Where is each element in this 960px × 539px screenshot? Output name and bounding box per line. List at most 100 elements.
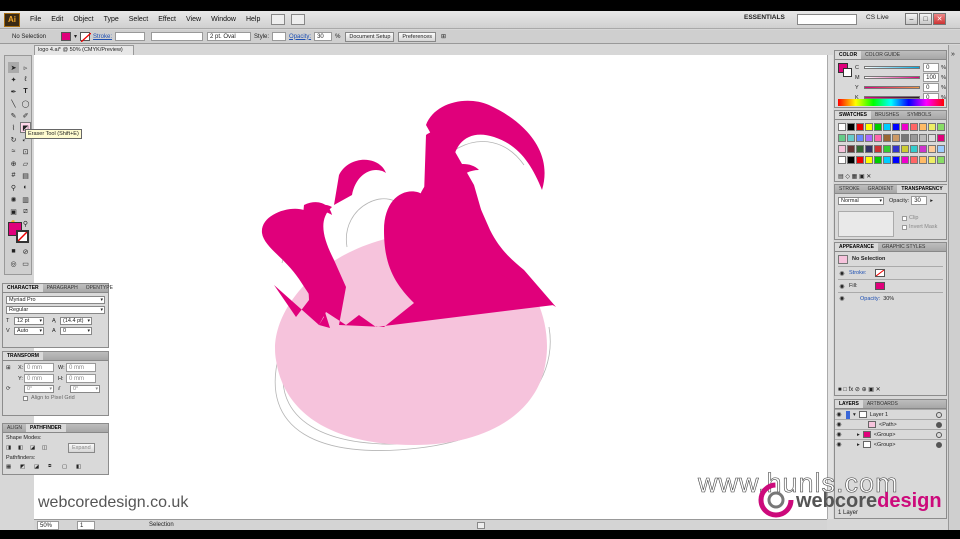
color-swatch[interactable] <box>901 145 909 153</box>
blend-mode-select[interactable]: Normal <box>838 196 884 205</box>
collapse-panels-icon[interactable]: » <box>951 51 958 58</box>
layer-row[interactable]: ◉ ▾ Layer 1 <box>835 409 946 419</box>
free-transform-tool-icon[interactable]: ⊡ <box>20 146 31 157</box>
trim-icon[interactable]: ◩ <box>20 464 34 470</box>
color-swatch[interactable] <box>937 156 945 164</box>
eye-icon[interactable]: ◉ <box>838 270 846 277</box>
cyan-field[interactable]: 0 <box>923 63 940 72</box>
maximize-button[interactable]: □ <box>919 13 932 25</box>
kerning-select[interactable]: Auto <box>14 327 44 335</box>
lasso-tool-icon[interactable]: ℓ <box>20 74 31 85</box>
warp-tool-icon[interactable]: ≈ <box>8 146 19 157</box>
color-swatch[interactable] <box>919 123 927 131</box>
color-swatch[interactable] <box>919 156 927 164</box>
status-text[interactable]: Selection <box>149 522 174 528</box>
font-size-select[interactable]: 12 pt <box>14 317 44 325</box>
symbol-sprayer-tool-icon[interactable]: ✺ <box>8 194 19 205</box>
none-mode-icon[interactable]: ⊘ <box>20 246 31 257</box>
scroll-thumb[interactable] <box>476 521 485 529</box>
expand-button[interactable]: Expand <box>68 443 95 453</box>
clip-checkbox[interactable] <box>902 215 907 221</box>
intersect-icon[interactable]: ◪ <box>30 445 42 451</box>
color-swatch[interactable] <box>874 156 882 164</box>
color-swatch[interactable] <box>838 145 846 153</box>
color-swatch[interactable] <box>856 123 864 131</box>
menu-effect[interactable]: Effect <box>153 16 181 23</box>
appearance-fill-swatch[interactable] <box>875 282 885 290</box>
opacity-mask-thumbnail[interactable] <box>838 211 894 237</box>
stroke-color-swatch[interactable] <box>16 230 29 243</box>
chevron-down-icon[interactable]: ▾ <box>74 33 77 40</box>
menu-type[interactable]: Type <box>99 16 124 23</box>
pen-tool-icon[interactable]: ✒ <box>8 86 19 97</box>
zoom-field[interactable]: 50% <box>37 520 59 530</box>
blend-tool-icon[interactable]: ◐ <box>20 182 31 193</box>
layer-row[interactable]: ◉ ▸ <Group> <box>835 429 946 439</box>
color-swatch[interactable] <box>865 156 873 164</box>
shear-field[interactable]: 0° <box>70 385 100 393</box>
color-swatch[interactable] <box>865 145 873 153</box>
artboard-number-field[interactable]: 1 <box>77 520 95 530</box>
ellipse-tool-icon[interactable]: ◯ <box>20 98 31 109</box>
exclude-icon[interactable]: ◫ <box>42 445 54 451</box>
invert-mask-checkbox[interactable] <box>902 224 907 230</box>
color-swatch[interactable] <box>883 134 891 142</box>
magenta-slider[interactable] <box>864 76 921 79</box>
tab-graphic-styles[interactable]: GRAPHIC STYLES <box>878 243 929 251</box>
color-swatch[interactable] <box>865 123 873 131</box>
layer-name[interactable]: Layer 1 <box>870 412 888 418</box>
layer-row[interactable]: ◉ ▸ <Group> <box>835 439 946 449</box>
tab-appearance[interactable]: APPEARANCE <box>835 243 879 251</box>
color-swatch[interactable] <box>892 123 900 131</box>
brush-field[interactable]: 2 pt. Oval <box>207 32 252 41</box>
target-icon[interactable] <box>936 431 942 438</box>
graph-tool-icon[interactable]: ▥ <box>20 194 31 205</box>
font-style-select[interactable]: Regular <box>6 306 105 314</box>
color-swatch[interactable] <box>883 156 891 164</box>
menu-help[interactable]: Help <box>241 16 265 23</box>
color-mode-icon[interactable]: ■ <box>8 246 19 257</box>
color-swatch[interactable] <box>847 145 855 153</box>
color-swatch[interactable] <box>838 123 846 131</box>
tab-paragraph[interactable]: PARAGRAPH <box>43 284 82 292</box>
eye-icon[interactable]: ◉ <box>835 441 843 448</box>
color-swatch[interactable] <box>937 145 945 153</box>
eyedropper-tool-icon[interactable]: ⚲ <box>8 182 19 193</box>
mesh-tool-icon[interactable]: # <box>8 170 19 181</box>
tab-artboards[interactable]: ARTBOARDS <box>863 400 902 408</box>
layer-row[interactable]: ◉ <Path> <box>835 419 946 429</box>
transparency-opacity-field[interactable]: 30 <box>911 196 928 205</box>
color-swatch[interactable] <box>865 134 873 142</box>
disclosure-triangle-icon[interactable]: ▾ <box>853 412 856 418</box>
color-swatch[interactable] <box>937 123 945 131</box>
color-swatch[interactable] <box>919 145 927 153</box>
color-swatch[interactable] <box>919 134 927 142</box>
layer-name[interactable]: <Path> <box>879 422 897 428</box>
perspective-grid-tool-icon[interactable]: ▱ <box>20 158 31 169</box>
tab-pathfinder[interactable]: PATHFINDER <box>26 424 66 432</box>
color-swatch[interactable] <box>910 145 918 153</box>
color-swatch[interactable] <box>928 156 936 164</box>
minus-back-icon[interactable]: ◧ <box>76 464 90 470</box>
tracking-select[interactable]: 0 <box>60 327 92 335</box>
paintbrush-tool-icon[interactable]: ✎ <box>8 110 19 121</box>
style-field[interactable] <box>272 32 287 41</box>
color-swatch[interactable] <box>928 123 936 131</box>
opacity-arrow-icon[interactable]: ▸ <box>930 198 933 204</box>
appearance-stroke-swatch[interactable] <box>875 269 885 277</box>
tab-gradient[interactable]: GRADIENT <box>864 185 898 193</box>
opacity-field[interactable]: 30 <box>314 32 333 41</box>
color-swatch[interactable] <box>928 134 936 142</box>
eye-icon[interactable]: ◉ <box>835 421 843 428</box>
color-swatch[interactable] <box>883 123 891 131</box>
color-swatch[interactable] <box>883 145 891 153</box>
divide-icon[interactable]: ▦ <box>6 464 20 470</box>
tab-color[interactable]: COLOR <box>835 51 862 59</box>
tab-opentype[interactable]: OPENTYPE <box>82 284 117 292</box>
shape-builder-tool-icon[interactable]: ⊕ <box>8 158 19 169</box>
bridge-icon[interactable] <box>271 14 286 25</box>
tab-layers[interactable]: LAYERS <box>835 400 863 408</box>
color-swatch[interactable] <box>901 156 909 164</box>
color-swatch[interactable] <box>847 123 855 131</box>
color-swatch[interactable] <box>910 156 918 164</box>
